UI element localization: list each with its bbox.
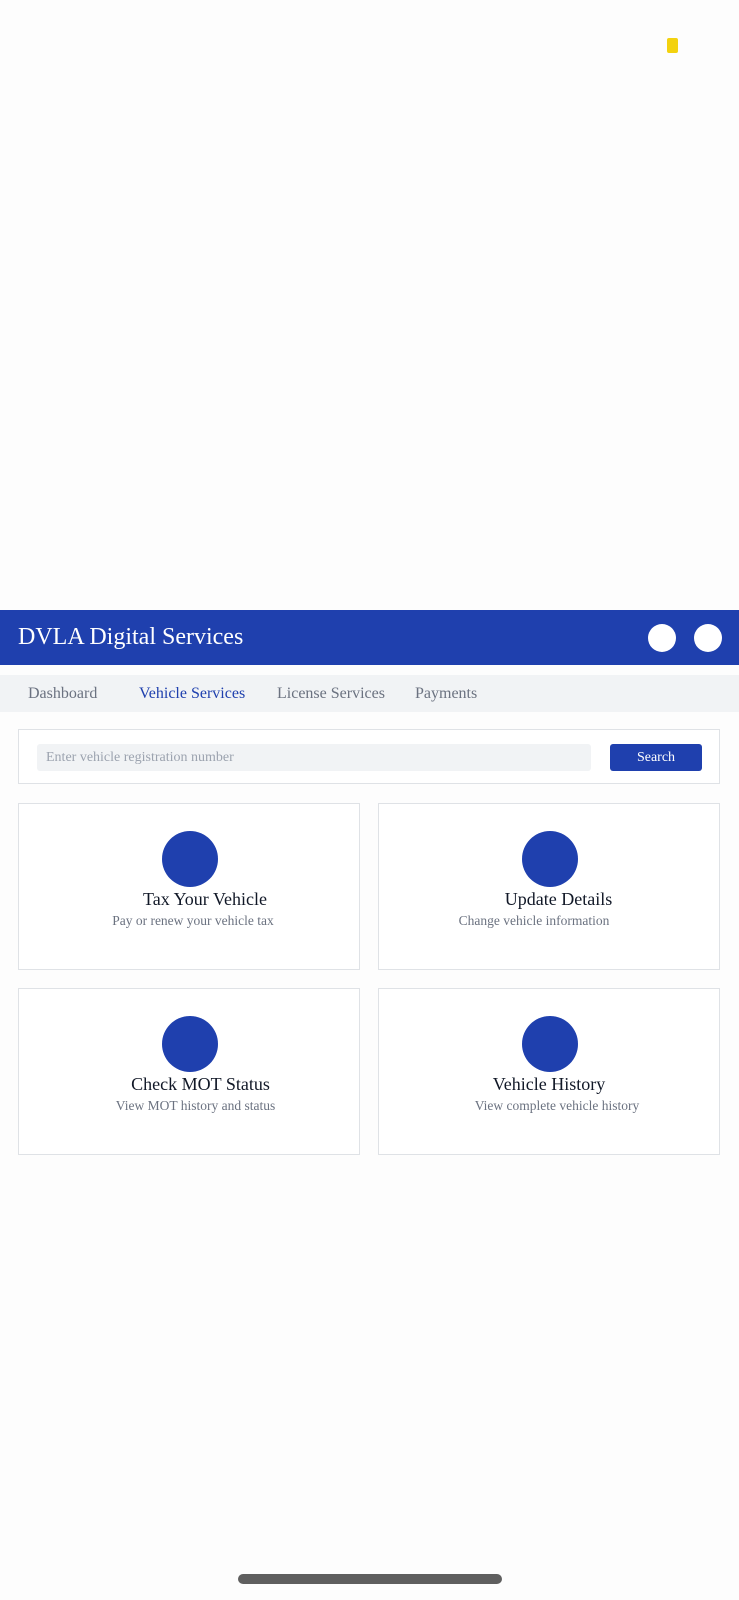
home-indicator bbox=[238, 1574, 502, 1584]
tab-license-services[interactable]: License Services bbox=[277, 675, 385, 712]
service-card-description: View MOT history and status bbox=[115, 1098, 276, 1113]
service-card-tax-your-vehicle[interactable]: Tax Your Vehicle Pay or renew your vehic… bbox=[18, 803, 360, 970]
app-title: DVLA Digital Services bbox=[18, 624, 244, 650]
registration-search-panel: Search bbox=[18, 729, 720, 784]
edit-icon bbox=[522, 831, 578, 887]
app-header: DVLA Digital Services bbox=[0, 610, 739, 665]
service-card-description: Change vehicle information bbox=[458, 913, 610, 928]
service-card-vehicle-history[interactable]: Vehicle History View complete vehicle hi… bbox=[378, 988, 720, 1155]
registration-search-input[interactable] bbox=[37, 744, 591, 771]
history-icon bbox=[522, 1016, 578, 1072]
service-card-description: View complete vehicle history bbox=[474, 1098, 640, 1113]
service-card-title: Update Details bbox=[504, 889, 613, 909]
service-card-title: Check MOT Status bbox=[131, 1074, 270, 1094]
status-indicator bbox=[667, 38, 678, 53]
service-card-check-mot-status[interactable]: Check MOT Status View MOT history and st… bbox=[18, 988, 360, 1155]
header-actions bbox=[630, 623, 722, 652]
notifications-icon[interactable] bbox=[648, 623, 676, 652]
service-tabs: Dashboard Vehicle Services License Servi… bbox=[0, 675, 739, 712]
mot-icon bbox=[162, 1016, 218, 1072]
tax-icon bbox=[162, 831, 218, 887]
service-card-title: Tax Your Vehicle bbox=[143, 889, 267, 909]
tab-dashboard[interactable]: Dashboard bbox=[28, 675, 97, 712]
search-button[interactable]: Search bbox=[610, 744, 702, 771]
service-card-description: Pay or renew your vehicle tax bbox=[112, 913, 274, 928]
service-card-title: Vehicle History bbox=[492, 1074, 606, 1094]
tab-vehicle-services[interactable]: Vehicle Services bbox=[139, 675, 245, 712]
tab-payments[interactable]: Payments bbox=[415, 675, 477, 712]
service-card-update-details[interactable]: Update Details Change vehicle informatio… bbox=[378, 803, 720, 970]
profile-icon[interactable] bbox=[694, 623, 722, 652]
